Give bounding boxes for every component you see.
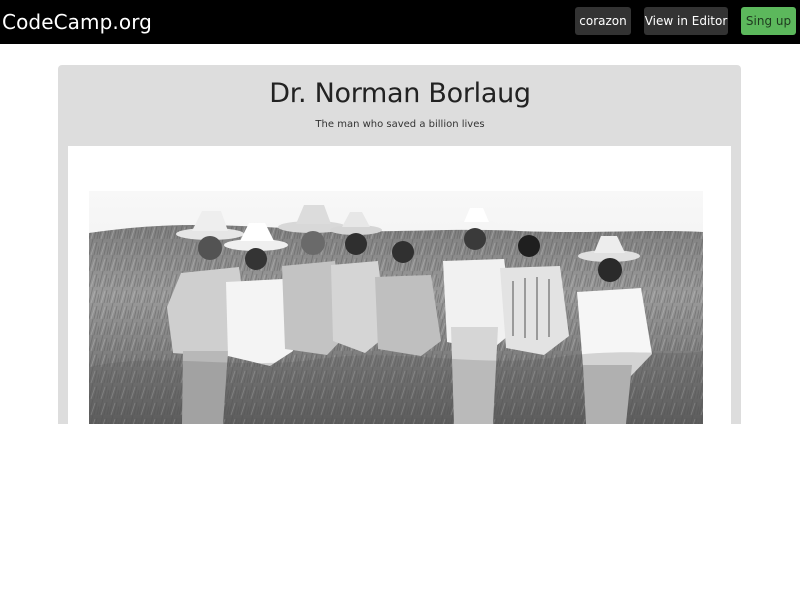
brand-link[interactable]: CodeCamp.org <box>2 9 152 35</box>
borlaug-group-photo <box>89 191 703 424</box>
view-in-editor-button[interactable]: View in Editor <box>644 7 728 35</box>
photo-frame <box>68 146 731 424</box>
person-2 <box>224 223 293 366</box>
sign-up-button[interactable]: Sing up <box>741 7 796 35</box>
user-button[interactable]: corazon <box>575 7 631 35</box>
photo-foreground-grass <box>89 351 703 424</box>
page-subtitle: The man who saved a billion lives <box>315 119 485 130</box>
top-navigation-bar: CodeCamp.org corazon View in Editor Sing… <box>0 0 800 44</box>
page-title: Dr. Norman Borlaug <box>269 78 531 109</box>
